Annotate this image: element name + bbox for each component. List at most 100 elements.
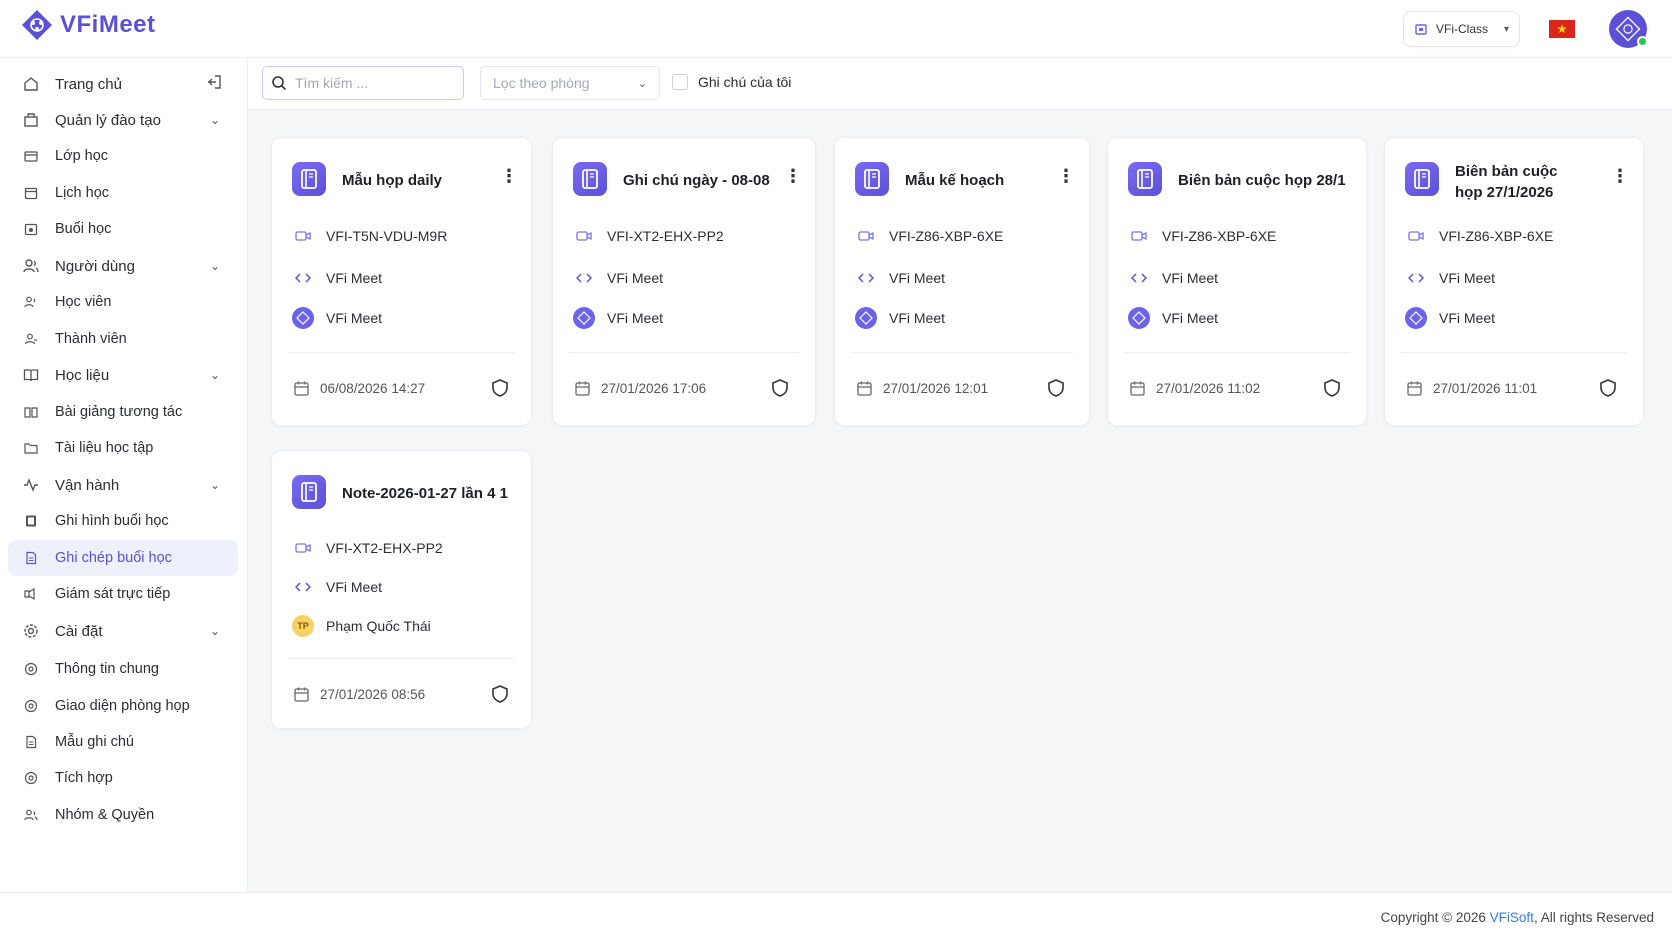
- folder-icon: [22, 439, 40, 457]
- sidebar-item-training[interactable]: Quản lý đào tạo ⌄: [8, 102, 238, 138]
- my-notes-label: Ghi chú của tôi: [698, 74, 792, 90]
- sidebar-item-classes[interactable]: Lớp học: [8, 138, 238, 174]
- organization-select[interactable]: VFi-Class ▾: [1403, 11, 1520, 47]
- sidebar-item-operations[interactable]: Vận hành ⌄: [8, 467, 238, 503]
- sidebar-item-label: Trang chủ: [55, 75, 122, 93]
- shield-icon[interactable]: [1600, 379, 1616, 402]
- my-notes-checkbox[interactable]: [672, 74, 688, 90]
- note-card[interactable]: Note-2026-01-27 lần 4 1 VFI-XT2-EHX-PP2 …: [271, 450, 532, 729]
- calendar-icon: [1405, 381, 1423, 396]
- sidebar-item-general-info[interactable]: Thông tin chung: [8, 651, 238, 687]
- note-date: 27/01/2026 12:01: [855, 381, 988, 396]
- card-divider: [851, 352, 1073, 353]
- card-divider: [288, 352, 515, 353]
- student-icon: [22, 293, 40, 311]
- online-status-dot: [1637, 36, 1648, 47]
- sidebar-item-sessions[interactable]: Buổi học: [8, 211, 238, 247]
- note-owner: VFi Meet: [855, 307, 945, 329]
- source-name: VFi Meet: [1439, 270, 1496, 286]
- sidebar-item-label: Giám sát trực tiếp: [55, 586, 171, 602]
- sidebar-item-settings[interactable]: Cài đặt ⌄: [8, 613, 238, 649]
- integration-icon: [22, 769, 40, 787]
- code-icon: [1405, 268, 1427, 288]
- video-camera-icon: [1128, 226, 1150, 246]
- collapse-sidebar-icon[interactable]: [206, 74, 222, 94]
- calendar-icon: [573, 381, 591, 396]
- sidebar-item-label: Học liệu: [55, 366, 110, 384]
- room-filter-select[interactable]: Lọc theo phòng ⌄: [480, 66, 660, 100]
- more-options-icon[interactable]: ⋮: [500, 167, 518, 185]
- note-title-line: Biên bản cuộc: [1455, 163, 1558, 180]
- sidebar-item-note-templates[interactable]: Mẫu ghi chú: [8, 724, 238, 760]
- shield-icon[interactable]: [492, 685, 508, 708]
- note-date-text: 27/01/2026 08:56: [320, 687, 426, 702]
- search-placeholder: Tìm kiếm ...: [295, 75, 369, 91]
- note-room: VFI-Z86-XBP-6XE: [855, 226, 1003, 246]
- note-title[interactable]: Mẫu họp daily: [342, 170, 442, 191]
- note-owner: VFi Meet: [292, 307, 382, 329]
- sidebar-item-students[interactable]: Học viên: [8, 284, 238, 320]
- code-icon: [573, 268, 595, 288]
- more-options-icon[interactable]: ⋮: [784, 167, 802, 185]
- chevron-down-icon: ⌄: [209, 113, 220, 127]
- sidebar-item-materials[interactable]: Học liệu ⌄: [8, 357, 238, 393]
- note-card[interactable]: Mẫu họp daily ⋮ VFI-T5N-VDU-M9R VFi Meet…: [271, 137, 532, 426]
- language-flag-icon[interactable]: ★: [1549, 20, 1575, 38]
- note-title[interactable]: Biên bản cuộc họp 27/1/2026: [1455, 161, 1558, 203]
- user-avatar[interactable]: [1609, 10, 1648, 48]
- source-name: VFi Meet: [326, 579, 383, 595]
- owner-initials-avatar: TP: [292, 615, 314, 637]
- sidebar-item-label: Người dùng: [55, 257, 135, 275]
- source-name: VFi Meet: [326, 270, 383, 286]
- more-options-icon[interactable]: ⋮: [1057, 167, 1075, 185]
- note-title[interactable]: Ghi chú ngày - 08-08: [623, 170, 770, 191]
- organization-label: VFi-Class: [1436, 22, 1489, 36]
- app-logo[interactable]: VFiMeet: [20, 8, 156, 42]
- code-icon: [1128, 268, 1150, 288]
- note-card[interactable]: Biên bản cuộc họp 28/1 VFI-Z86-XBP-6XE V…: [1107, 137, 1367, 426]
- sidebar-item-users[interactable]: Người dùng ⌄: [8, 248, 238, 284]
- sidebar-item-interactive-lectures[interactable]: Bài giảng tương tác: [8, 394, 238, 430]
- sidebar-item-session-notes[interactable]: Ghi chép buổi học: [8, 540, 238, 576]
- note-room: VFI-XT2-EHX-PP2: [292, 538, 443, 558]
- sidebar-item-study-documents[interactable]: Tài liệu học tập: [8, 430, 238, 466]
- sidebar-item-label: Giao diện phòng họp: [55, 698, 190, 714]
- video-camera-icon: [855, 226, 877, 246]
- sidebar-item-session-recordings[interactable]: Ghi hình buổi học: [8, 503, 238, 539]
- sidebar-item-label: Buổi học: [55, 221, 112, 237]
- shield-icon[interactable]: [772, 379, 788, 402]
- note-card[interactable]: Biên bản cuộc họp 27/1/2026 ⋮ VFI-Z86-XBP…: [1384, 137, 1644, 426]
- owner-name: VFi Meet: [1439, 310, 1496, 326]
- shield-icon[interactable]: [492, 379, 508, 402]
- room-code: VFI-Z86-XBP-6XE: [1439, 228, 1554, 244]
- calendar-icon: [292, 687, 310, 702]
- sidebar-item-room-interface[interactable]: Giao diện phòng họp: [8, 688, 238, 724]
- sidebar-item-integrations[interactable]: Tích hợp: [8, 760, 238, 796]
- note-owner: VFi Meet: [573, 307, 663, 329]
- chevron-down-icon: ⌄: [637, 77, 647, 90]
- sidebar-item-home[interactable]: Trang chủ: [8, 66, 238, 102]
- sidebar-item-groups-permissions[interactable]: Nhóm & Quyền: [8, 797, 238, 833]
- note-card[interactable]: Ghi chú ngày - 08-08 ⋮ VFI-XT2-EHX-PP2 V…: [552, 137, 816, 426]
- sidebar-item-schedule[interactable]: Lịch học: [8, 175, 238, 211]
- shield-icon[interactable]: [1324, 379, 1340, 402]
- notebook-icon: [292, 475, 326, 509]
- sidebar-item-members[interactable]: Thành viên: [8, 321, 238, 357]
- owner-name: Phạm Quốc Thái: [326, 618, 431, 634]
- my-notes-filter[interactable]: Ghi chú của tôi: [672, 74, 791, 90]
- room-filter-placeholder: Lọc theo phòng: [493, 75, 590, 91]
- search-icon: [271, 75, 287, 94]
- code-icon: [292, 577, 314, 597]
- sidebar-item-label: Vận hành: [55, 476, 120, 494]
- note-card[interactable]: Mẫu kế hoạch ⋮ VFI-Z86-XBP-6XE VFi Meet …: [834, 137, 1090, 426]
- sidebar-item-live-monitoring[interactable]: Giám sát trực tiếp: [8, 576, 238, 612]
- note-title[interactable]: Mẫu kế hoạch: [905, 170, 1004, 191]
- copyright-brand-link[interactable]: VFiSoft: [1490, 910, 1534, 925]
- note-title[interactable]: Biên bản cuộc họp 28/1: [1178, 170, 1346, 191]
- shield-icon[interactable]: [1048, 379, 1064, 402]
- more-options-icon[interactable]: ⋮: [1611, 167, 1629, 185]
- note-room: VFI-Z86-XBP-6XE: [1128, 226, 1276, 246]
- chevron-down-icon: ⌄: [209, 259, 220, 273]
- note-title[interactable]: Note-2026-01-27 lần 4 1: [342, 483, 508, 504]
- search-input[interactable]: Tìm kiếm ...: [262, 66, 464, 100]
